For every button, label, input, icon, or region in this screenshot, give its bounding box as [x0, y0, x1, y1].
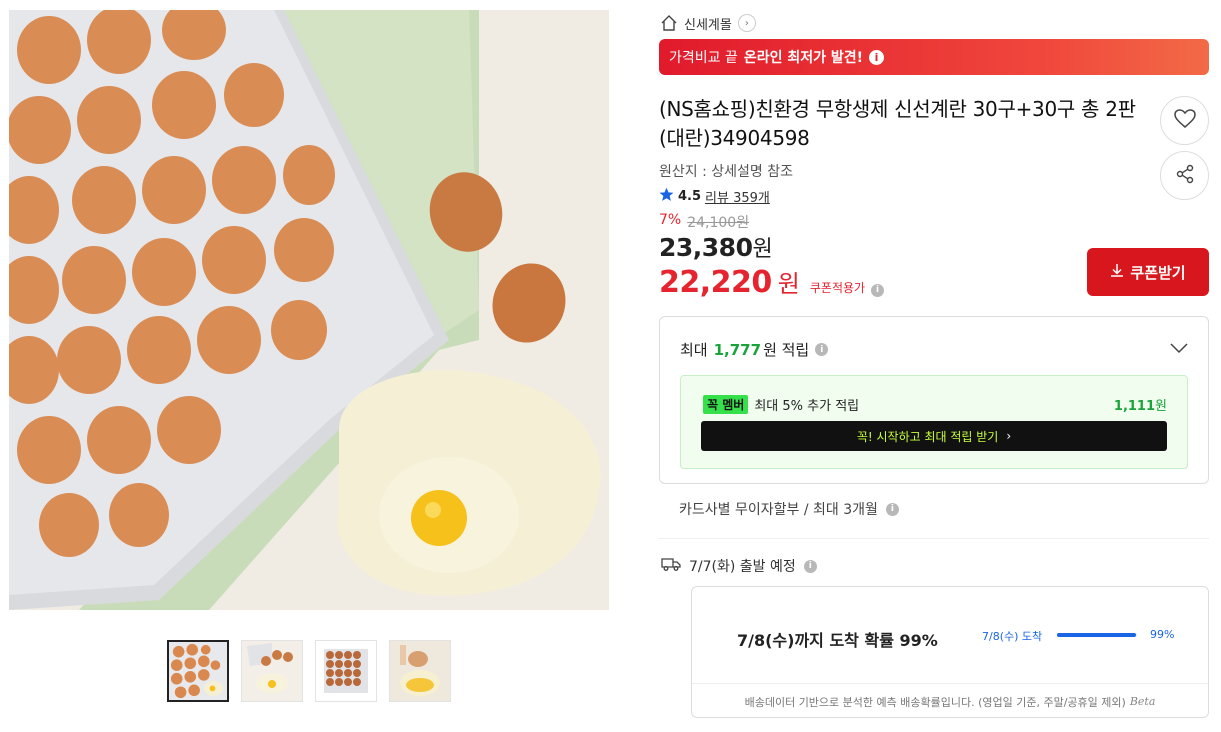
get-coupon-button[interactable]: 쿠폰받기	[1087, 248, 1209, 296]
get-coupon-label: 쿠폰받기	[1130, 263, 1186, 282]
delivery-footnote-text: 배송데이터 기반으로 분석한 예측 배송확률입니다. (영업일 기준, 주말/공…	[744, 695, 1126, 709]
thumbnail-strip	[167, 640, 451, 702]
coupon-price-tag: 쿠폰적용가	[809, 281, 866, 295]
member-benefit-box: 꼭 멤버 최대 5% 추가 적립 1,111원 꼭! 시작하고 최대 적립 받기…	[680, 375, 1188, 469]
arrival-bar-percent: 99%	[1150, 628, 1175, 641]
rating-score: 4.5	[678, 189, 702, 204]
shipping-date: 7/7(화) 출발 예정	[689, 559, 796, 575]
sale-price-amount: 23,380	[659, 233, 753, 262]
delivery-footnote: 배송데이터 기반으로 분석한 예측 배송확률입니다. (영업일 기준, 주말/공…	[692, 683, 1208, 717]
coupon-price-unit: 원	[777, 270, 800, 298]
coupon-price: 22,220 원 쿠폰적용가 i	[659, 264, 885, 300]
wishlist-button[interactable]	[1160, 96, 1209, 145]
banner-highlight: 온라인 최저가 발견!	[743, 50, 864, 66]
delivery-probability-box: 7/8(수)까지 도착 확률 99% 7/8(수) 도착 99% 배송데이터 기…	[691, 586, 1209, 718]
chevron-right-icon: ›	[737, 14, 756, 32]
points-prefix: 최대	[680, 341, 708, 359]
divider	[659, 538, 1209, 539]
store-link[interactable]: 신세계몰 ›	[660, 11, 756, 35]
thumbnail-1[interactable]	[167, 640, 229, 702]
banner-prefix: 가격비교 끝	[669, 50, 738, 66]
points-panel: 최대 1,777 원 적립 i 꼭 멤버 최대 5% 추가 적립 1,111원 …	[659, 316, 1209, 484]
sale-price: 23,380원	[659, 231, 773, 263]
product-main-image	[9, 10, 609, 610]
review-count-link[interactable]: 리뷰 359개	[705, 187, 770, 206]
product-title: (NS홈쇼핑)친환경 무항생제 신선계란 30구+30구 총 2판 (대란)34…	[659, 97, 1136, 150]
share-icon	[1175, 164, 1195, 188]
arrival-progress-fill	[1057, 633, 1137, 637]
info-icon[interactable]: i	[803, 559, 817, 573]
chevron-down-icon[interactable]	[1170, 339, 1188, 358]
origin-info: 원산지 : 상세설명 참조	[659, 164, 793, 180]
star-icon	[659, 187, 674, 206]
truck-icon	[661, 556, 681, 576]
coupon-price-amount: 22,220	[659, 265, 772, 300]
info-icon[interactable]: i	[869, 49, 885, 65]
member-benefit-line: 꼭 멤버 최대 5% 추가 적립	[703, 395, 859, 414]
store-name: 신세계몰	[684, 17, 732, 33]
start-membership-label: 꼭! 시작하고 최대 적립 받기	[856, 429, 999, 444]
thumbnail-3[interactable]	[315, 640, 377, 702]
home-icon	[660, 14, 678, 32]
arrival-probability: 7/8(수)까지 도착 확률 99%	[737, 631, 938, 650]
info-icon[interactable]: i	[885, 502, 899, 516]
share-button[interactable]	[1160, 151, 1209, 200]
card-installment-text: 카드사별 무이자할부 / 최대 3개월	[679, 502, 878, 518]
points-summary: 최대 1,777 원 적립 i	[680, 339, 829, 360]
beta-label: Beta	[1129, 695, 1156, 708]
download-icon	[1110, 263, 1124, 281]
sale-price-unit: 원	[752, 237, 773, 262]
arrival-progress-bar	[1057, 633, 1137, 637]
thumbnail-2[interactable]	[241, 640, 303, 702]
card-installment-info: 카드사별 무이자할부 / 최대 3개월 i	[679, 499, 899, 519]
member-badge: 꼭 멤버	[703, 395, 749, 414]
arrival-bar-label: 7/8(수) 도착	[982, 630, 1043, 643]
points-suffix: 원 적립	[763, 341, 810, 359]
member-benefit-text: 최대 5% 추가 적립	[754, 399, 860, 414]
discount-row: 7% 24,100원	[659, 212, 749, 232]
points-amount: 1,777	[713, 340, 762, 359]
info-icon[interactable]: i	[815, 343, 829, 356]
info-icon[interactable]: i	[871, 283, 885, 297]
rating-row: 4.5 리뷰 359개	[659, 187, 770, 206]
lowest-price-banner[interactable]: 가격비교 끝 온라인 최저가 발견! i	[659, 39, 1209, 75]
heart-icon	[1173, 108, 1196, 133]
member-benefit-amount: 1,111원	[1113, 399, 1167, 414]
chevron-right-icon: ›	[1006, 429, 1012, 443]
discount-percent: 7%	[659, 212, 682, 228]
shipping-info: 7/7(화) 출발 예정 i	[661, 556, 817, 576]
thumbnail-4[interactable]	[389, 640, 451, 702]
start-membership-button[interactable]: 꼭! 시작하고 최대 적립 받기 ›	[701, 421, 1167, 451]
original-price: 24,100원	[687, 215, 750, 231]
